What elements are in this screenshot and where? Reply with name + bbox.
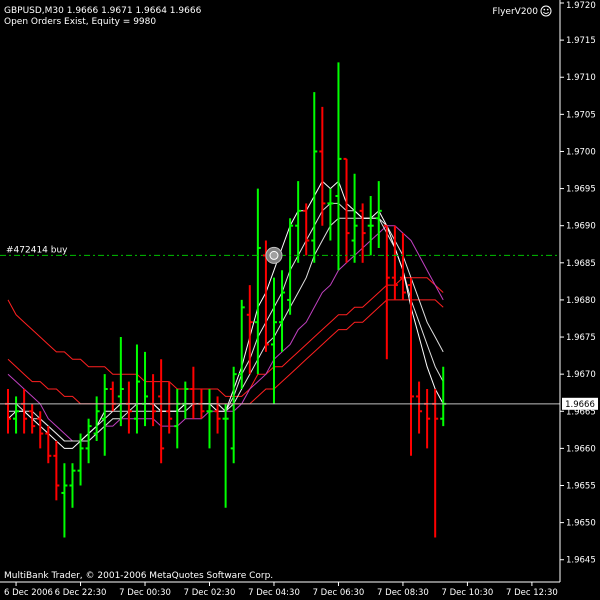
price-tick-label: 1.9695 (566, 185, 596, 195)
current-price-label: 1.9666 (565, 400, 595, 410)
price-tick-label: 1.9680 (566, 296, 596, 306)
chart-background (0, 0, 600, 600)
symbol-info: GBPUSD,M30 1.9666 1.9671 1.9664 1.9666 (4, 6, 202, 16)
price-tick-label: 1.9715 (566, 36, 596, 46)
copyright-text: MultiBank Trader, © 2001-2006 MetaQuotes… (4, 571, 273, 581)
price-tick-label: 1.9720 (566, 1, 596, 11)
order-label[interactable]: #472414 buy (6, 245, 68, 255)
time-tick-label: 7 Dec 04:30 (248, 588, 300, 598)
time-tick-label: 7 Dec 06:30 (313, 588, 365, 598)
price-tick-label: 1.9660 (566, 444, 596, 454)
time-tick-label: 7 Dec 10:30 (442, 588, 494, 598)
price-tick-label: 1.9645 (566, 556, 596, 566)
price-chart[interactable]: 1.9720 1.9715 1.9710 1.9705 1.9700 1.9695 1.96… (0, 0, 600, 600)
price-tick-label: 1.9710 (566, 73, 596, 83)
time-tick-label: 6 Dec 2006 (4, 588, 53, 598)
order-entry-marker-icon[interactable] (265, 246, 283, 264)
price-tick-label: 1.9655 (566, 482, 596, 492)
time-tick-label: 7 Dec 08:30 (377, 588, 429, 598)
price-tick-label: 1.9675 (566, 333, 596, 343)
price-tick-label: 1.9650 (566, 519, 596, 529)
time-tick-label: 6 Dec 22:30 (55, 588, 107, 598)
price-tick-label: 1.9705 (566, 110, 596, 120)
account-status: Open Orders Exist, Equity = 9980 (4, 17, 156, 27)
price-tick-label: 1.9670 (566, 370, 596, 380)
time-tick-label: 7 Dec 12:30 (506, 588, 558, 598)
order-marker-inner (269, 250, 279, 260)
price-tick-label: 1.9700 (566, 147, 596, 157)
time-tick-label: 7 Dec 00:30 (119, 588, 171, 598)
time-tick-label: 7 Dec 02:30 (184, 588, 236, 598)
price-tick-label: 1.9685 (566, 259, 596, 269)
indicator-name: FlyerV200 (492, 7, 538, 17)
current-price-badge: 1.9666 (562, 397, 598, 410)
price-tick-label: 1.9690 (566, 222, 596, 232)
